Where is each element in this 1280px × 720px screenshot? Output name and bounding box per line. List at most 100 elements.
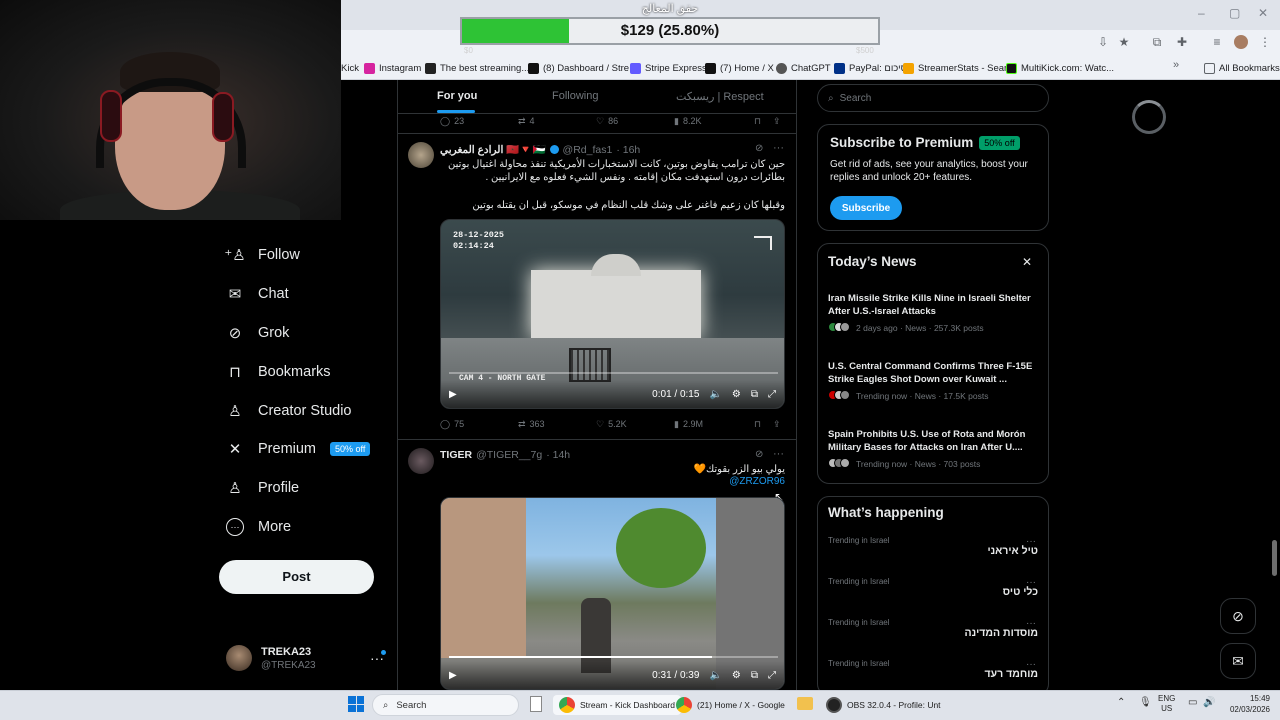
tweet-author-handle[interactable]: @TIGER__7g bbox=[476, 449, 542, 461]
speaker-icon[interactable]: 🔊 bbox=[1203, 697, 1215, 708]
tab-for-you[interactable]: For you bbox=[437, 90, 477, 102]
fullscreen-icon[interactable]: ⤢ bbox=[768, 670, 776, 681]
bookmark-chatgpt[interactable]: ChatGPT bbox=[776, 60, 831, 76]
trend-item[interactable]: Trending in Israel כלי טיס bbox=[828, 577, 1038, 598]
tweet-time[interactable]: · 14h bbox=[546, 449, 570, 461]
views-button[interactable]: ▮ 8.2K bbox=[674, 116, 754, 127]
subscribe-button[interactable]: Subscribe bbox=[830, 196, 902, 220]
tab-following[interactable]: Following bbox=[552, 90, 598, 102]
nav-bookmarks[interactable]: ⊓ Bookmarks bbox=[226, 359, 330, 385]
views-button[interactable]: ▮ 2.9M bbox=[674, 419, 754, 430]
all-bookmarks-folder[interactable]: All Bookmarks bbox=[1204, 60, 1280, 76]
bookmark-instagram[interactable]: Instagram bbox=[364, 60, 421, 76]
share-button[interactable]: ⇪ bbox=[773, 116, 781, 127]
news-item[interactable]: Iran Missile Strike Kills Nine in Israel… bbox=[828, 292, 1038, 334]
like-button[interactable]: ♡ 5.2K bbox=[596, 419, 674, 430]
browser-menu-icon[interactable]: ⋮ bbox=[1258, 35, 1272, 49]
bookmark-multikick[interactable]: MultiKick.com: Watc... bbox=[1006, 60, 1114, 76]
browser-profile-avatar[interactable] bbox=[1234, 35, 1248, 49]
nav-premium[interactable]: ✕ Premium 50% off bbox=[226, 436, 371, 462]
tweet-time[interactable]: · 16h bbox=[616, 144, 640, 156]
bookmark-stripe[interactable]: Stripe Express bbox=[630, 60, 707, 76]
news-item[interactable]: Spain Prohibits U.S. Use of Rota and Mor… bbox=[828, 428, 1038, 470]
bookmark-streaming[interactable]: The best streaming... bbox=[425, 60, 529, 76]
trend-more-icon[interactable]: ··· bbox=[1026, 659, 1036, 670]
video-progress-track[interactable] bbox=[449, 372, 778, 374]
settings-icon[interactable]: ⚙ bbox=[732, 389, 741, 400]
file-icon[interactable] bbox=[530, 696, 542, 712]
trend-more-icon[interactable]: ··· bbox=[1026, 577, 1036, 588]
tab-search-icon[interactable]: ≡ bbox=[1210, 35, 1224, 49]
tweet-video[interactable]: 28-12-2025 02:14:24 CAM 4 - NORTH GATE ▶… bbox=[440, 219, 785, 409]
windows-start-icon[interactable] bbox=[348, 696, 364, 712]
tweet-more-icon[interactable]: ··· bbox=[773, 448, 784, 460]
trend-item[interactable]: Trending in Israel מוסדות המדינה bbox=[828, 618, 1038, 639]
bookmark-kick[interactable]: Kick bbox=[341, 60, 359, 76]
play-icon[interactable]: ▶ bbox=[449, 389, 457, 400]
tweet-author-handle[interactable]: @Rd_fas1 bbox=[563, 144, 613, 156]
language-indicator[interactable]: ENG US bbox=[1158, 694, 1175, 714]
bookmark-paypal[interactable]: PayPal: סיכום bbox=[834, 60, 907, 76]
taskbar-app-kick[interactable]: Stream - Kick Dashboard bbox=[553, 695, 681, 715]
account-avatar[interactable] bbox=[226, 645, 252, 671]
tray-overflow-icon[interactable]: ⌃ bbox=[1117, 697, 1125, 708]
grok-explain-icon[interactable]: ⊘ bbox=[755, 449, 763, 460]
nav-more[interactable]: ⋯ More bbox=[226, 514, 291, 540]
scrollbar-thumb[interactable] bbox=[1272, 540, 1277, 576]
nav-grok[interactable]: ⊘ Grok bbox=[226, 320, 290, 346]
display-icon[interactable]: ▭ bbox=[1188, 697, 1197, 708]
close-icon[interactable]: ✕ bbox=[1022, 255, 1032, 269]
bookmark-tweet-button[interactable]: ⊓ bbox=[754, 116, 761, 127]
tweet-author-name[interactable]: TIGER bbox=[440, 449, 472, 461]
reply-button[interactable]: ◯ 75 bbox=[440, 419, 518, 430]
trend-item[interactable]: Trending in Israel מוחמד רעד bbox=[828, 659, 1038, 680]
taskbar-app-obs[interactable]: OBS 32.0.4 - Profile: Unt bbox=[826, 695, 941, 715]
tweet-video[interactable]: ▶ 0:31 / 0:39 🔈 ⚙ ⧉ ⤢ bbox=[440, 497, 785, 690]
trend-more-icon[interactable]: ··· bbox=[1026, 536, 1036, 547]
bookmark-home-x[interactable]: (7) Home / X bbox=[705, 60, 774, 76]
play-icon[interactable]: ▶ bbox=[449, 670, 457, 681]
reply-button[interactable]: ◯ 23 bbox=[440, 116, 518, 127]
repost-button[interactable]: ⇄ 363 bbox=[518, 419, 596, 430]
share-button[interactable]: ⇪ bbox=[773, 419, 781, 430]
window-minimize-button[interactable]: – bbox=[1198, 6, 1205, 20]
bookmarks-overflow-icon[interactable]: » bbox=[1173, 59, 1179, 71]
tweet-avatar[interactable] bbox=[408, 142, 434, 168]
tweet-author-name[interactable]: الرادع المغربي 🇲🇦🔻🇵🇸 bbox=[440, 143, 546, 156]
grok-explain-icon[interactable]: ⊘ bbox=[755, 143, 763, 154]
news-item[interactable]: U.S. Central Command Confirms Three F-15… bbox=[828, 360, 1038, 402]
bookmark-streamerstats[interactable]: StreamerStats - Sear... bbox=[903, 60, 1015, 76]
settings-icon[interactable]: ⚙ bbox=[732, 670, 741, 681]
nav-follow[interactable]: ⁺♙ Follow bbox=[224, 242, 300, 268]
clock[interactable]: 15:49 02/03/2026 bbox=[1222, 693, 1270, 715]
folder-icon[interactable] bbox=[797, 697, 813, 710]
install-icon[interactable]: ⇩ bbox=[1096, 35, 1110, 49]
bookmark-star-icon[interactable]: ★ bbox=[1117, 35, 1131, 49]
tweet-avatar[interactable] bbox=[408, 448, 434, 474]
window-restore-button[interactable]: ▢ bbox=[1229, 6, 1240, 20]
nav-creator-studio[interactable]: ♙ Creator Studio bbox=[226, 398, 351, 424]
repost-button[interactable]: ⇄ 4 bbox=[518, 116, 596, 127]
volume-icon[interactable]: 🔈 bbox=[709, 670, 721, 681]
taskbar-app-x[interactable]: (21) Home / X - Google bbox=[676, 695, 785, 715]
tab-respect[interactable]: ريسبكت | Respect bbox=[676, 90, 764, 103]
bookmark-tweet-button[interactable]: ⊓ bbox=[754, 419, 761, 430]
window-close-button[interactable]: ✕ bbox=[1258, 6, 1268, 20]
pip-icon[interactable]: ⧉ bbox=[751, 389, 758, 400]
like-button[interactable]: ♡ 86 bbox=[596, 116, 674, 127]
pip-icon[interactable]: ⧉ bbox=[751, 670, 758, 681]
trend-more-icon[interactable]: ··· bbox=[1026, 618, 1036, 629]
microphone-icon[interactable]: 🎙 bbox=[1139, 697, 1152, 708]
bookmark-dashboard[interactable]: (8) Dashboard / Stre... bbox=[528, 60, 637, 76]
grok-float-button[interactable]: ⊘ bbox=[1220, 598, 1256, 634]
tweet-mention-link[interactable]: @ZRZOR96 bbox=[440, 476, 785, 487]
extension-icon[interactable]: ⧉ bbox=[1150, 35, 1164, 49]
puzzle-icon[interactable]: ✚ bbox=[1175, 35, 1189, 49]
nav-chat[interactable]: ✉ Chat bbox=[226, 281, 289, 307]
nav-profile[interactable]: ♙ Profile bbox=[226, 475, 299, 501]
volume-icon[interactable]: 🔈 bbox=[709, 389, 721, 400]
messages-float-button[interactable]: ✉ bbox=[1220, 643, 1256, 679]
tweet-more-icon[interactable]: ··· bbox=[773, 142, 784, 154]
trend-item[interactable]: Trending in Israel טיל איראני bbox=[828, 536, 1038, 557]
account-name[interactable]: TREKA23 bbox=[261, 646, 311, 658]
